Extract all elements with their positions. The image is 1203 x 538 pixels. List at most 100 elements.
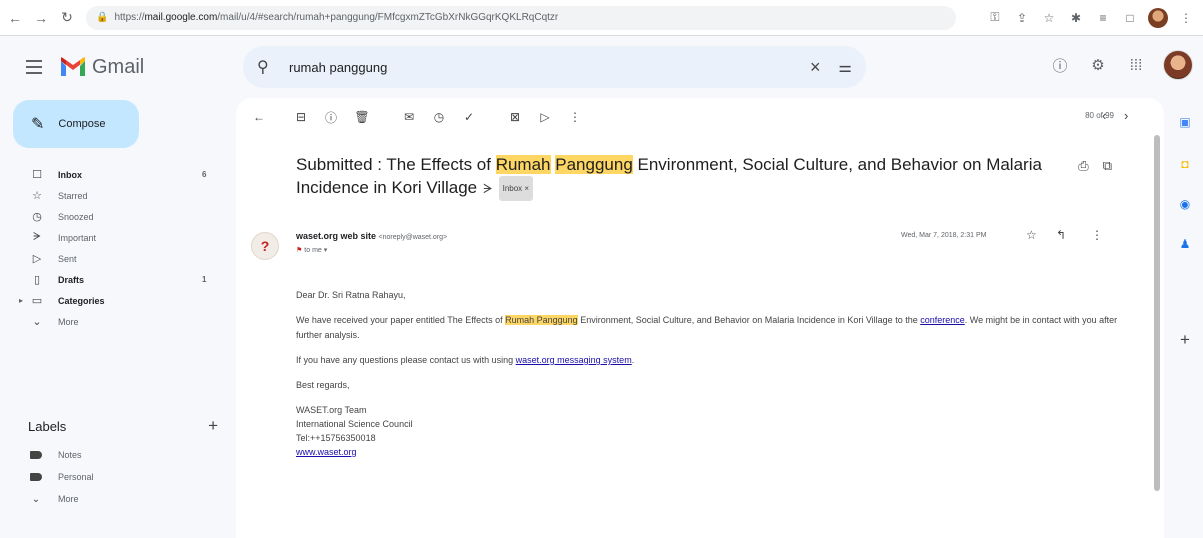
contacts-icon[interactable]: ♟: [1175, 234, 1195, 254]
mark-unread-icon[interactable]: ✉: [400, 108, 418, 126]
messaging-system-link[interactable]: waset.org messaging system: [516, 355, 632, 365]
body-text: We have received your paper entitled The…: [296, 315, 506, 325]
keep-icon[interactable]: ◘: [1175, 154, 1195, 174]
sidebar-item-label: Important: [58, 232, 97, 243]
gmail-m-icon: [61, 57, 85, 76]
message-date: Wed, Mar 7, 2018, 2:31 PM: [901, 232, 987, 239]
email-view: ← ⊟ ⓘ 🗑 ✉ ◷ ✓ ⊠ ▷ ⋮ 80 of 99 ‹ › Submitt…: [236, 98, 1164, 538]
sender-avatar[interactable]: ?: [251, 232, 279, 260]
address-bar[interactable]: 🔒 https://mail.google.com/mail/u/4/#sear…: [86, 5, 956, 30]
pencil-icon: ✎: [31, 116, 45, 133]
back-arrow-icon[interactable]: ←: [250, 108, 268, 126]
print-icon[interactable]: ⎙: [1078, 158, 1088, 174]
more-options-icon[interactable]: ⋮: [566, 108, 584, 126]
sidebar-item-important[interactable]: ᗒ Important: [0, 227, 232, 248]
reading-list-icon[interactable]: ≡: [1094, 9, 1112, 27]
inbox-icon: ☐: [32, 169, 42, 181]
back-icon[interactable]: ←: [4, 7, 26, 29]
side-panel-icon[interactable]: □: [1121, 9, 1139, 27]
unread-count: 6: [202, 170, 207, 179]
labels-header: Labels +: [28, 416, 218, 436]
label-item-more[interactable]: ⌄ More: [0, 488, 232, 510]
sidebar-item-label: Snoozed: [58, 211, 94, 222]
help-icon[interactable]: ⓘ: [1049, 54, 1071, 76]
sidebar-item-snoozed[interactable]: ◷ Snoozed: [0, 206, 232, 227]
email-subject: Submitted : The Effects of Rumah Panggun…: [296, 153, 1088, 202]
account-avatar[interactable]: [1163, 50, 1193, 80]
clear-search-icon[interactable]: ×: [810, 57, 821, 78]
apps-grid-icon[interactable]: ⁞⁞⁞: [1125, 54, 1147, 76]
greeting: Dear Dr. Sri Ratna Rahayu,: [296, 290, 406, 300]
closing: Best regards,: [296, 380, 350, 390]
sidebar-item-label: More: [58, 316, 79, 327]
clock-icon: ◷: [32, 211, 42, 223]
label-icon[interactable]: ▷: [536, 108, 554, 126]
browser-toolbar: ← → ↻ 🔒 https://mail.google.com/mail/u/4…: [0, 0, 1203, 36]
label-item-label: Notes: [58, 450, 82, 460]
key-icon[interactable]: ⚿: [986, 9, 1004, 27]
main-menu-icon[interactable]: [22, 55, 46, 79]
website-link[interactable]: www.waset.org: [296, 447, 357, 457]
profile-avatar[interactable]: [1148, 7, 1168, 28]
chevron-down-icon: ⌄: [31, 493, 41, 505]
newer-chevron-icon[interactable]: ‹: [1102, 108, 1106, 123]
compose-button[interactable]: ✎ Compose: [13, 100, 139, 148]
gmail-logo[interactable]: Gmail: [60, 56, 144, 79]
settings-gear-icon[interactable]: ⚙: [1087, 54, 1109, 76]
inbox-label-chip[interactable]: Inbox ×: [498, 176, 534, 202]
sidebar-item-more[interactable]: ⌄ More: [0, 311, 232, 332]
reload-icon[interactable]: ↻: [56, 7, 78, 29]
label-outline-icon: ▭: [31, 295, 43, 307]
report-spam-icon[interactable]: ⓘ: [322, 108, 340, 126]
sidebar-item-inbox[interactable]: ☐ Inbox 6: [0, 164, 232, 185]
sidebar-item-label: Sent: [58, 253, 77, 264]
message-more-icon[interactable]: ⋮: [1091, 228, 1103, 242]
sidebar: ✎ Compose ☐ Inbox 6 ☆ Starred ◷ Snoozed …: [0, 98, 232, 538]
recipient-text: to me ▾: [304, 247, 328, 254]
bookmark-star-icon[interactable]: ☆: [1040, 9, 1058, 27]
delete-icon[interactable]: 🗑: [353, 108, 371, 126]
forward-icon[interactable]: →: [30, 7, 52, 29]
snooze-icon[interactable]: ◷: [430, 108, 448, 126]
get-addons-icon[interactable]: +: [1175, 330, 1195, 350]
search-icon[interactable]: ⚲: [257, 57, 277, 77]
label-item-personal[interactable]: Personal: [0, 466, 232, 488]
label-item-notes[interactable]: Notes: [0, 444, 232, 466]
paragraph-1: We have received your paper entitled The…: [296, 313, 1141, 343]
sidebar-item-drafts[interactable]: ▯ Drafts 1: [0, 269, 232, 290]
side-panel: ▣ ◘ ◉ ♟ +: [1168, 98, 1203, 538]
important-marker-icon[interactable]: ᗒ: [483, 181, 492, 196]
sidebar-item-sent[interactable]: ▷ Sent: [0, 248, 232, 269]
label-item-label: More: [58, 494, 79, 504]
calendar-icon[interactable]: ▣: [1175, 112, 1195, 132]
lock-icon: 🔒: [96, 12, 109, 23]
share-icon[interactable]: ⇪: [1013, 9, 1031, 27]
expand-caret-icon[interactable]: ▸: [19, 296, 23, 305]
sidebar-item-starred[interactable]: ☆ Starred: [0, 185, 232, 206]
add-task-icon[interactable]: ✓: [460, 108, 478, 126]
signature-line: Tel:++15756350018: [296, 433, 376, 443]
move-to-icon[interactable]: ⊠: [506, 108, 524, 126]
sidebar-item-label: Drafts: [58, 274, 85, 285]
search-options-icon[interactable]: ⚌: [839, 58, 852, 76]
open-new-window-icon[interactable]: ⧉: [1103, 158, 1112, 174]
reply-icon[interactable]: ↰: [1056, 228, 1066, 242]
search-input[interactable]: rumah panggung: [289, 60, 810, 75]
archive-icon[interactable]: ⊟: [292, 108, 310, 126]
scrollbar-thumb[interactable]: [1154, 135, 1160, 491]
compose-label: Compose: [58, 118, 106, 130]
nav-list: ☐ Inbox 6 ☆ Starred ◷ Snoozed ᗒ Importan…: [0, 164, 232, 332]
body-text: Environment, Social Culture, and Behavio…: [577, 315, 921, 325]
star-message-icon[interactable]: ☆: [1026, 228, 1037, 242]
chevron-down-icon: ⌄: [32, 316, 42, 328]
add-label-icon[interactable]: +: [208, 416, 218, 436]
menu-kebab-icon[interactable]: ⋮: [1177, 9, 1195, 27]
recipient-line[interactable]: ⚑ to me ▾: [296, 246, 327, 254]
important-icon: ᗒ: [33, 231, 41, 243]
extensions-icon[interactable]: ✱: [1067, 9, 1085, 27]
older-chevron-icon[interactable]: ›: [1124, 108, 1128, 123]
search-bar[interactable]: ⚲ rumah panggung × ⚌: [243, 46, 866, 88]
conference-link[interactable]: conference: [920, 315, 965, 325]
sidebar-item-categories[interactable]: ▸ ▭ Categories: [0, 290, 232, 311]
tasks-icon[interactable]: ◉: [1175, 194, 1195, 214]
